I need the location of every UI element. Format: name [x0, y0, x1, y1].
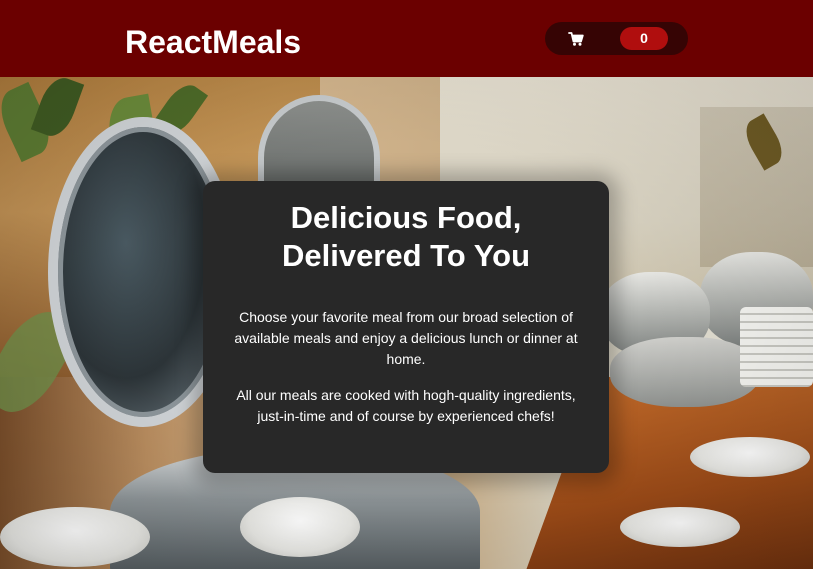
summary-paragraph-2: All our meals are cooked with hogh-quali… [236, 387, 576, 424]
meals-summary-card: Delicious Food, Delivered To You Choose … [203, 181, 609, 473]
summary-title-line2: Delivered To You [281, 238, 531, 273]
summary-title-line1: Delicious Food, [290, 200, 522, 235]
cart-icon [568, 32, 584, 46]
brand-title: ReactMeals [125, 24, 302, 60]
cart-button[interactable]: 0 [545, 22, 688, 55]
summary-title: Delicious Food, Delivered To You [233, 199, 579, 275]
app-header: ReactMeals 0 [0, 0, 813, 77]
cart-count-badge: 0 [620, 27, 668, 50]
summary-paragraph-1: Choose your favorite meal from our broad… [234, 309, 578, 367]
